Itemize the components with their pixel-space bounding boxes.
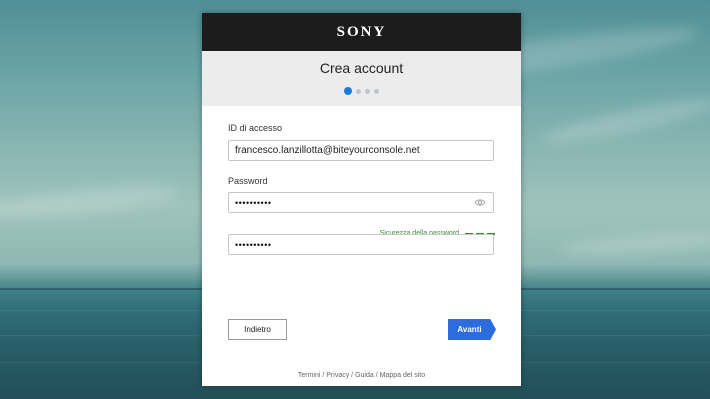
sky-cloud <box>559 229 710 259</box>
id-input-value: francesco.lanzillotta@biteyourconsole.ne… <box>235 145 420 156</box>
sony-logo: SONY <box>336 23 387 40</box>
footer-link-sitemap[interactable]: Mappa del sito <box>380 372 426 379</box>
id-input[interactable]: francesco.lanzillotta@biteyourconsole.ne… <box>228 140 494 161</box>
sky-cloud <box>0 179 181 225</box>
footer-link-terms[interactable]: Termini <box>298 372 321 379</box>
step-indicator <box>202 87 521 95</box>
create-account-dialog: SONY Crea account ID di accesso francesc… <box>202 13 521 386</box>
confirm-password-input-value: •••••••••• <box>235 239 272 250</box>
footer-link-help[interactable]: Guida <box>355 372 374 379</box>
footer-link-privacy[interactable]: Privacy <box>326 372 349 379</box>
sky-cloud <box>539 91 710 151</box>
step-dot-2 <box>356 88 361 94</box>
confirm-password-input[interactable]: •••••••••• <box>228 234 494 255</box>
password-label: Password <box>228 176 268 186</box>
eye-icon[interactable] <box>474 198 486 207</box>
password-input[interactable]: •••••••••• <box>228 192 494 213</box>
back-button[interactable]: Indietro <box>228 319 287 340</box>
step-dot-1 <box>344 87 352 95</box>
next-button[interactable]: Avanti <box>448 319 496 340</box>
password-input-value: •••••••••• <box>235 197 272 208</box>
step-dot-4 <box>374 88 379 94</box>
footer-links: Termini / Privacy / Guida / Mappa del si… <box>202 372 521 379</box>
id-label: ID di accesso <box>228 123 283 133</box>
title-area: Crea account <box>202 51 521 106</box>
brand-bar: SONY <box>202 13 521 51</box>
step-dot-3 <box>365 88 370 94</box>
page-title: Crea account <box>319 60 404 76</box>
